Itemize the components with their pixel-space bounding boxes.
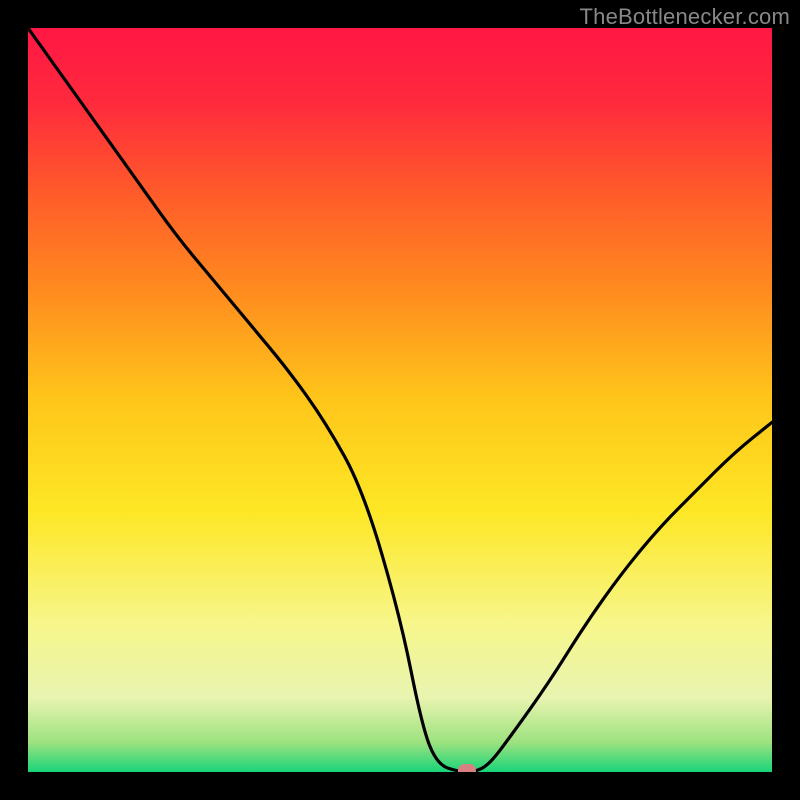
bottleneck-chart-svg xyxy=(28,28,772,772)
chart-background xyxy=(28,28,772,772)
plot-area xyxy=(28,28,772,772)
watermark-text: TheBottlenecker.com xyxy=(580,4,790,30)
chart-frame: TheBottlenecker.com xyxy=(0,0,800,800)
